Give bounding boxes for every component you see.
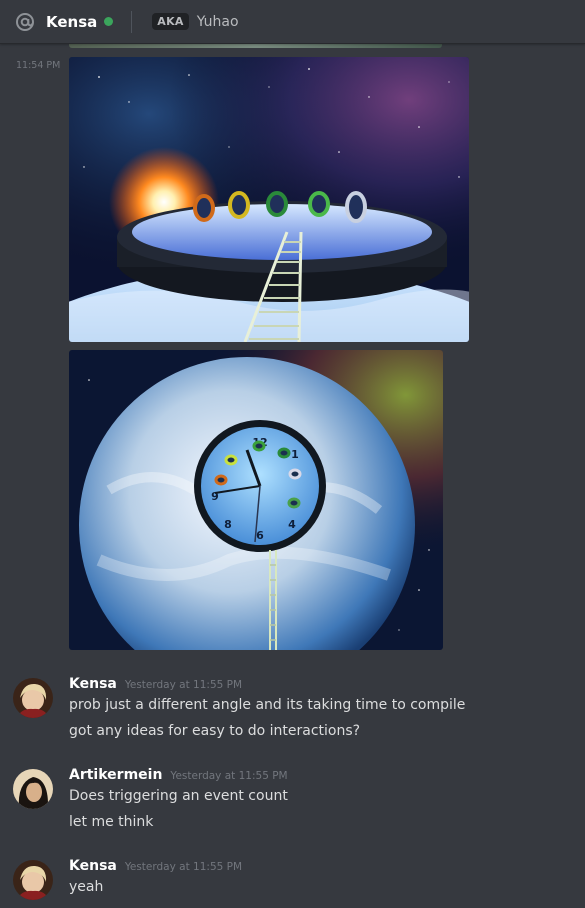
timestamp: Yesterday at 11:55 PM — [124, 861, 243, 873]
svg-text:4: 4 — [288, 518, 296, 531]
message-group: Artikermein Yesterday at 11:55 PM Does t… — [0, 767, 585, 837]
message-header: Kensa Yesterday at 11:55 PM — [69, 676, 242, 692]
avatar[interactable] — [13, 678, 53, 718]
message-header: Kensa Yesterday at 11:55 PM — [69, 858, 242, 874]
svg-text:8: 8 — [224, 518, 232, 531]
image-attachment-clock[interactable]: 12 1 4 8 9 6 — [69, 350, 443, 650]
message-group: Kensa Yesterday at 11:55 PM yeah — [0, 858, 585, 904]
username[interactable]: Artikermein — [69, 767, 162, 783]
online-status-icon — [104, 17, 114, 26]
message-text: prob just a different angle and its taki… — [69, 697, 466, 713]
image-attachment-platform[interactable] — [69, 57, 469, 342]
username[interactable]: Kensa — [69, 858, 117, 874]
svg-text:6: 6 — [256, 529, 264, 542]
timestamp: Yesterday at 11:55 PM — [124, 679, 243, 691]
aka-badge: AKA — [152, 13, 189, 30]
avatar[interactable] — [13, 860, 53, 900]
message-text: got any ideas for easy to do interaction… — [69, 723, 361, 739]
aka-name: Yuhao — [196, 13, 239, 30]
previous-image-edge[interactable] — [69, 44, 442, 48]
svg-text:1: 1 — [291, 448, 299, 461]
dm-header: Kensa AKA Yuhao — [0, 0, 585, 44]
message-hover-timestamp: 11:54 PM — [16, 60, 61, 71]
avatar[interactable] — [13, 769, 53, 809]
message-text: let me think — [69, 814, 154, 830]
at-sign-icon — [14, 11, 36, 33]
message-header: Artikermein Yesterday at 11:55 PM — [69, 767, 288, 783]
message-text: yeah — [69, 879, 104, 895]
header-divider — [131, 10, 133, 33]
message-group: Kensa Yesterday at 11:55 PM prob just a … — [0, 676, 585, 746]
message-text: Does triggering an event count — [69, 788, 288, 804]
dm-recipient-name[interactable]: Kensa — [46, 13, 97, 31]
username[interactable]: Kensa — [69, 676, 117, 692]
timestamp: Yesterday at 11:55 PM — [170, 770, 288, 782]
